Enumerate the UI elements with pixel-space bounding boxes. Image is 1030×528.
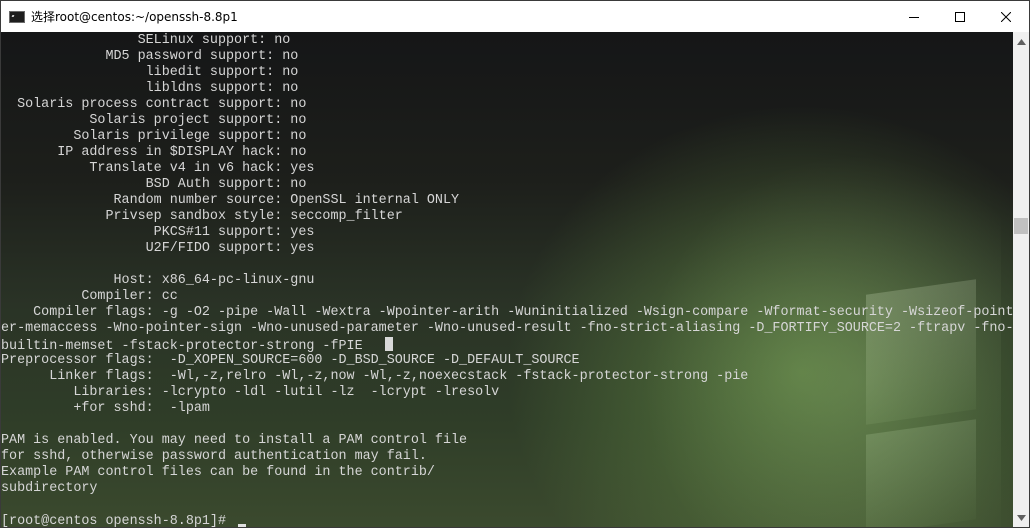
output-line: er-memaccess -Wno-pointer-sign -Wno-unus… [1,321,1013,336]
scroll-up-button[interactable] [1013,34,1029,50]
output-line: PKCS#11 support: yes [1,225,315,240]
output-line: IP address in $DISPLAY hack: no [1,145,307,160]
window-controls [891,1,1029,32]
scroll-down-arrow-icon [1016,515,1026,521]
output-line: Compiler flags: -g -O2 -pipe -Wall -Wext… [1,305,1013,320]
terminal-icon [9,10,25,23]
output-line: Libraries: -lcrypto -ldl -lutil -lz -lcr… [1,385,500,400]
output-line: Translate v4 in v6 hack: yes [1,161,315,176]
close-icon [1001,11,1011,22]
minimize-icon [909,16,919,18]
output-line: +for sshd: -lpam [1,401,210,416]
output-line: subdirectory [1,481,98,496]
maximize-icon [955,11,965,22]
scrollbar-thumb[interactable] [1014,218,1028,234]
output-line: PAM is enabled. You may need to install … [1,433,468,448]
output-line: MD5 password support: no [1,49,299,64]
scroll-down-button[interactable] [1013,510,1029,526]
terminal-window: 选择root@centos:~/openssh-8.8p1 SELinux su… [0,0,1030,528]
vertical-scrollbar[interactable] [1013,32,1029,527]
output-line: SELinux support: no [1,33,291,48]
text-cursor-block [384,337,393,351]
terminal-output[interactable]: SELinux support: no MD5 password support… [1,32,1013,528]
scroll-up-arrow-icon [1016,39,1026,45]
close-button[interactable] [983,1,1029,32]
output-line-with-cursor: builtin-memset -fstack-protector-strong … [1,337,1013,353]
shell-prompt-line[interactable]: [root@centos openssh-8.8p1]# [1,514,247,528]
output-line: Solaris privilege support: no [1,129,307,144]
minimize-button[interactable] [891,1,937,32]
output-line: Host: x86_64-pc-linux-gnu [1,273,315,288]
output-lines: SELinux support: no MD5 password support… [1,32,1013,497]
maximize-button[interactable] [937,1,983,32]
output-line: Privsep sandbox style: seccomp_filter [1,209,403,224]
output-line: Compiler: cc [1,289,178,304]
shell-prompt: [root@centos openssh-8.8p1]# [1,514,235,528]
output-line: for sshd, otherwise password authenticat… [1,449,427,464]
title-bar[interactable]: 选择root@centos:~/openssh-8.8p1 [1,1,1029,32]
output-line-text: builtin-memset -fstack-protector-strong … [1,339,363,353]
input-cursor [238,524,247,527]
output-line: Linker flags: -Wl,-z,relro -Wl,-z,now -W… [1,369,749,384]
output-line: Random number source: OpenSSL internal O… [1,193,460,208]
output-line: Preprocessor flags: -D_XOPEN_SOURCE=600 … [1,353,580,368]
output-line: libedit support: no [1,65,299,80]
output-line: libldns support: no [1,81,299,96]
window-title: 选择root@centos:~/openssh-8.8p1 [31,10,238,24]
output-line: BSD Auth support: no [1,177,307,192]
output-line: U2F/FIDO support: yes [1,241,315,256]
output-line: Solaris process contract support: no [1,97,307,112]
output-line: Solaris project support: no [1,113,307,128]
output-line: Example PAM control files can be found i… [1,465,435,480]
